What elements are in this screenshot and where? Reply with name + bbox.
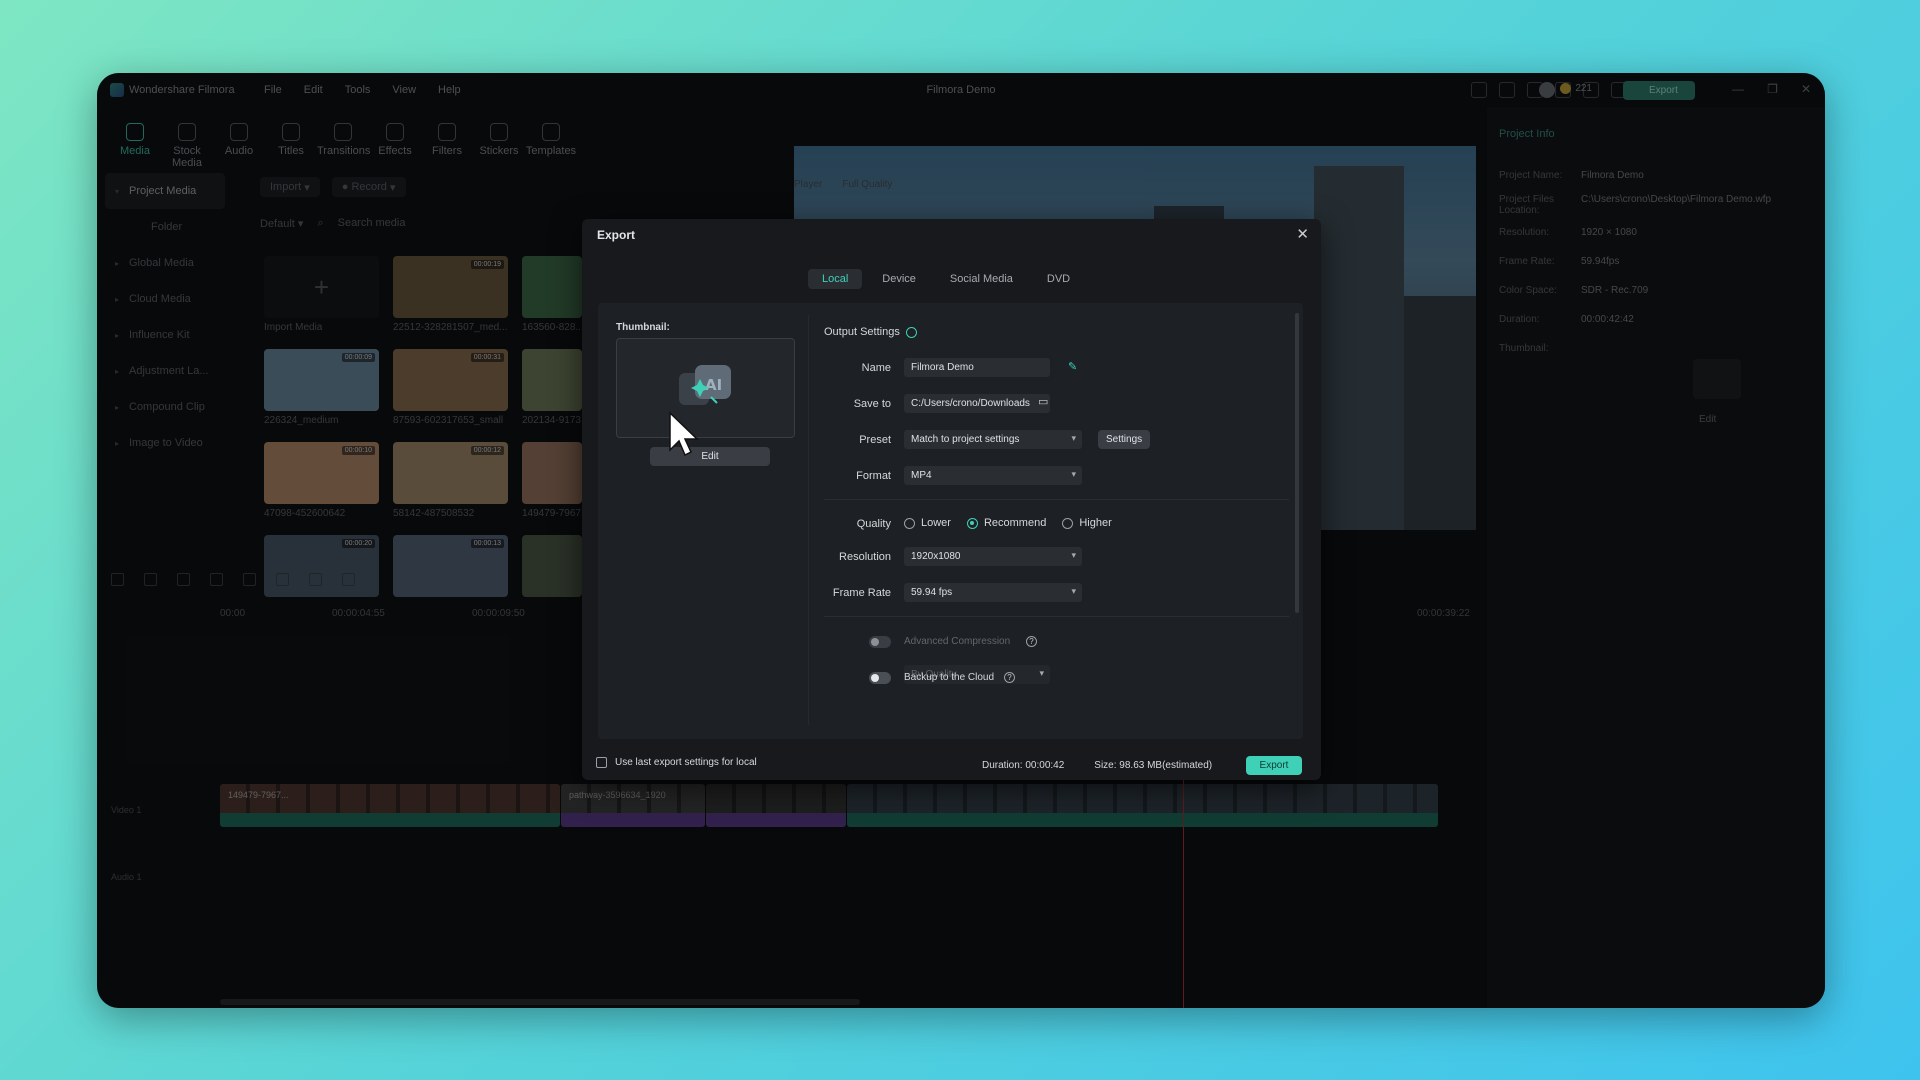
quality-recommend-radio[interactable]: Recommend — [966, 517, 1046, 529]
chevron-down-icon: ▾ — [1071, 469, 1076, 479]
export-settings-panel: Thumbnail: AI Edit Output Settings Name … — [598, 303, 1303, 739]
thumbnail-edit-button[interactable]: Edit — [650, 447, 770, 466]
thumbnail-label: Thumbnail: — [616, 322, 670, 333]
chevron-down-icon: ▾ — [1039, 668, 1044, 678]
preset-label: Preset — [859, 434, 891, 446]
close-icon[interactable]: ✕ — [1296, 225, 1309, 243]
dialog-title: Export — [597, 228, 636, 242]
ai-rename-icon[interactable]: ✎ — [1068, 360, 1077, 373]
quality-higher-radio[interactable]: Higher — [1062, 517, 1112, 529]
quality-lower-radio[interactable]: Lower — [904, 517, 951, 529]
section-divider — [824, 499, 1289, 500]
resolution-label: Resolution — [839, 551, 891, 563]
chevron-down-icon: ▾ — [1071, 586, 1076, 596]
tab-dvd[interactable]: DVD — [1033, 269, 1084, 289]
backup-cloud-label: Backup to the Cloud — [904, 672, 995, 683]
name-label: Name — [861, 362, 891, 374]
output-settings-title: Output Settings — [824, 326, 917, 338]
frame-rate-select[interactable]: 59.94 fps ▾ — [904, 583, 1082, 602]
tab-social-media[interactable]: Social Media — [936, 269, 1027, 289]
quality-radio-group: Lower Recommend Higher — [904, 517, 1112, 529]
tab-device[interactable]: Device — [868, 269, 930, 289]
save-to-label: Save to — [853, 398, 891, 410]
settings-scrollbar[interactable] — [1295, 313, 1299, 613]
save-to-field[interactable]: C:/Users/crono/Downloads — [904, 394, 1050, 413]
backup-cloud-toggle[interactable] — [869, 672, 891, 684]
section-divider — [824, 616, 1289, 617]
advanced-compression-label: Advanced Compression — [904, 636, 1011, 647]
format-select[interactable]: MP4 ▾ — [904, 466, 1082, 485]
output-settings-icon[interactable] — [905, 326, 917, 338]
resolution-select[interactable]: 1920x1080 ▾ — [904, 547, 1082, 566]
help-icon[interactable]: ? — [1004, 672, 1015, 683]
chevron-down-icon: ▾ — [1071, 550, 1076, 560]
ai-thumbnail-icon: AI — [679, 365, 731, 405]
format-label: Format — [856, 470, 891, 482]
folder-icon[interactable]: ▭ — [1038, 395, 1048, 408]
duration-text: Duration: 00:00:42 — [982, 760, 1065, 771]
advanced-compression-toggle[interactable] — [869, 636, 891, 648]
use-last-settings[interactable]: Use last export settings for local — [596, 757, 757, 768]
settings-button[interactable]: Settings — [1098, 430, 1151, 449]
use-last-settings-checkbox[interactable] — [596, 757, 607, 768]
name-field[interactable]: Filmora Demo — [904, 358, 1050, 377]
quality-label: Quality — [856, 518, 891, 530]
export-button[interactable]: Export — [1246, 756, 1302, 775]
thumbnail-preview[interactable]: AI — [616, 338, 795, 438]
size-text: Size: 98.63 MB(estimated) — [1094, 760, 1213, 771]
svg-text:AI: AI — [705, 376, 722, 394]
frame-rate-label: Frame Rate — [832, 587, 891, 599]
export-summary: Duration: 00:00:42 Size: 98.63 MB(estima… — [982, 760, 1212, 771]
tab-local[interactable]: Local — [808, 269, 863, 289]
export-tabs: Local Device Social Media DVD — [808, 269, 1084, 289]
help-icon[interactable]: ? — [1026, 636, 1037, 647]
export-dialog: Export ✕ Local Device Social Media DVD T… — [582, 219, 1321, 780]
chevron-down-icon: ▾ — [1071, 433, 1076, 443]
preset-select[interactable]: Match to project settings ▾ — [904, 430, 1082, 449]
mouse-cursor-icon — [669, 411, 699, 457]
